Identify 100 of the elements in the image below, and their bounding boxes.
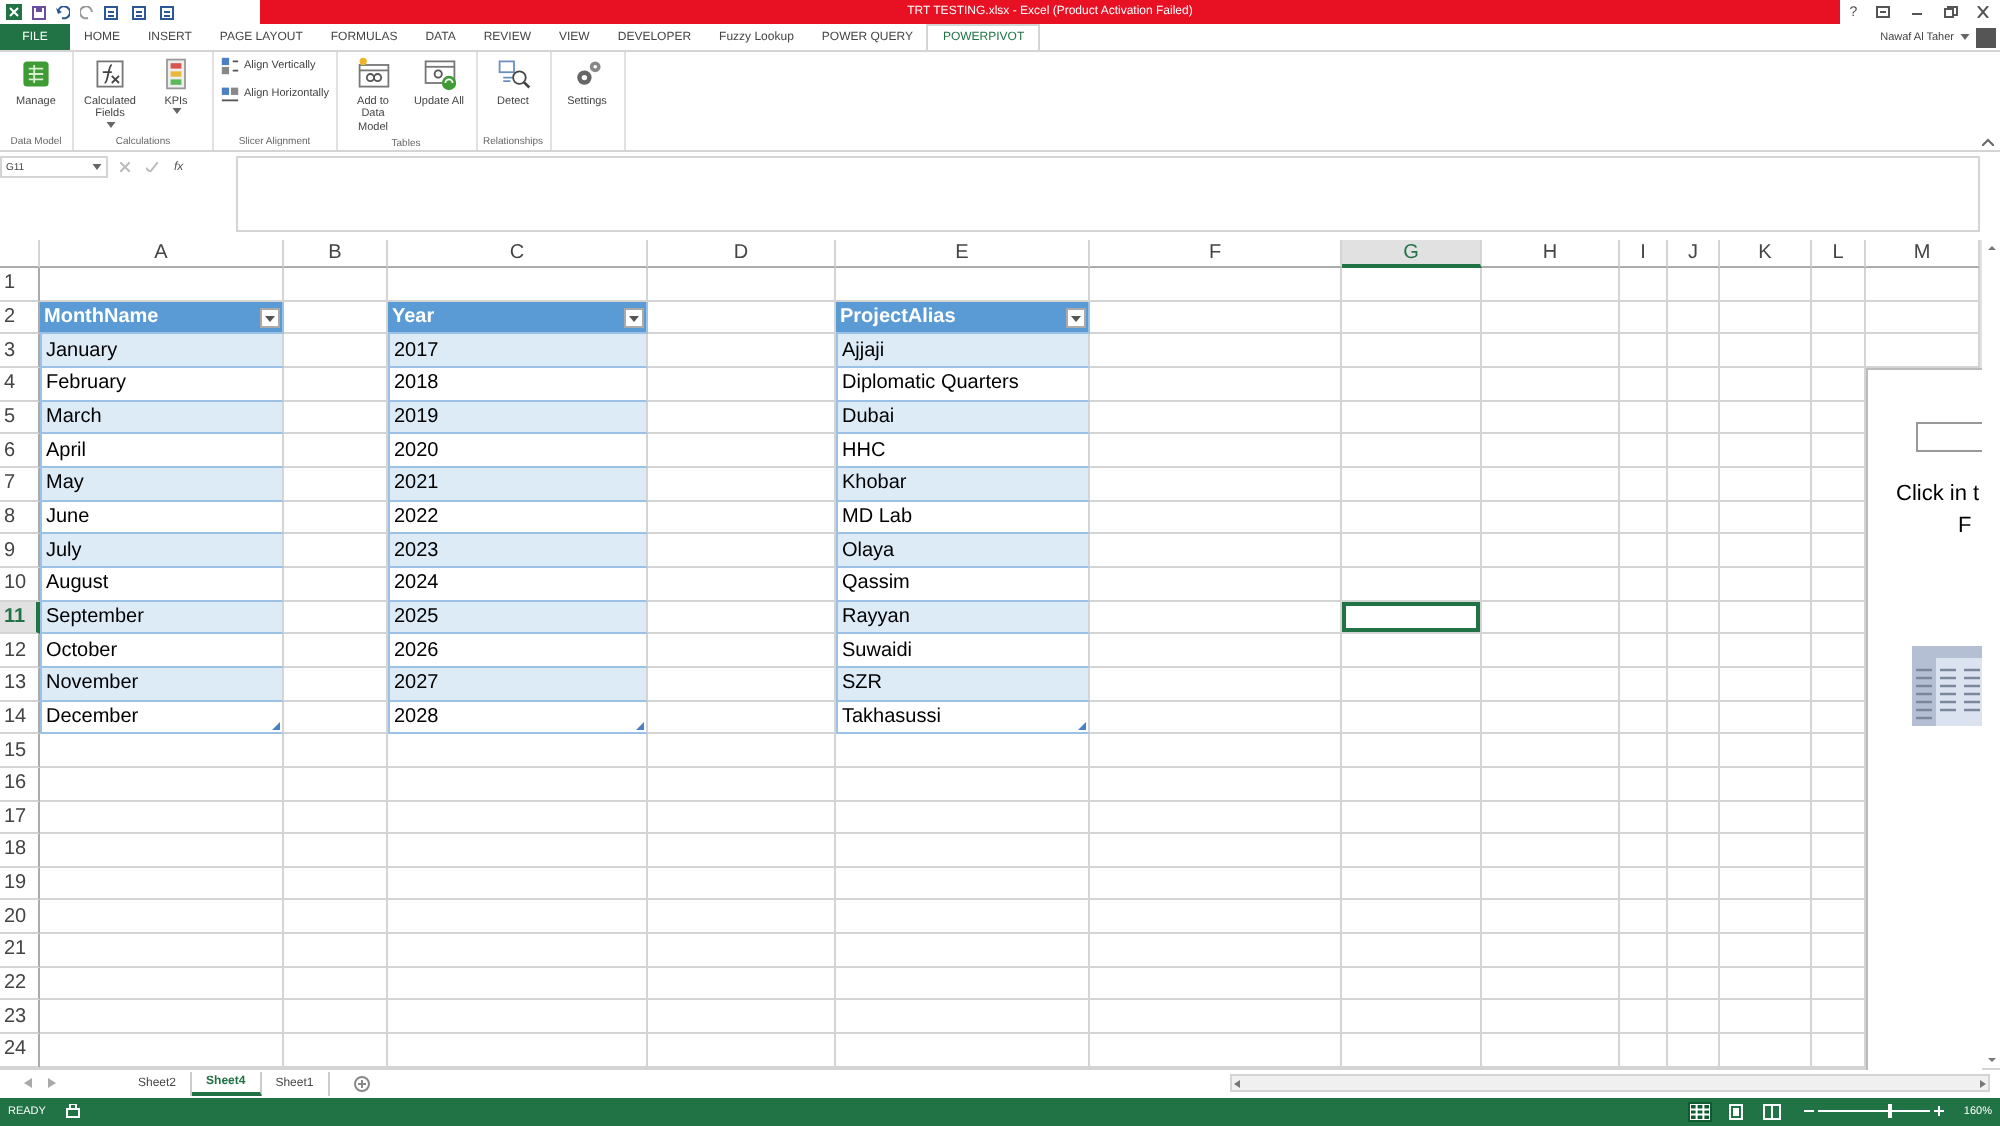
empty-cell[interactable] [648, 734, 836, 768]
empty-cell[interactable] [1812, 268, 1866, 302]
empty-cell[interactable] [1342, 1000, 1482, 1035]
empty-cell[interactable] [1620, 967, 1668, 1001]
empty-cell[interactable] [648, 867, 836, 901]
empty-cell[interactable] [284, 367, 388, 402]
empty-cell[interactable] [1482, 401, 1620, 435]
empty-cell[interactable] [1342, 301, 1482, 335]
empty-cell[interactable] [836, 734, 1090, 768]
check-icon[interactable] [146, 162, 158, 172]
empty-cell[interactable] [1090, 567, 1342, 602]
scroll-right-icon[interactable] [1975, 1077, 1988, 1090]
empty-cell[interactable] [1342, 867, 1482, 901]
empty-cell[interactable] [1620, 467, 1668, 502]
empty-cell[interactable] [1482, 434, 1620, 468]
empty-cell[interactable] [40, 967, 284, 1001]
empty-cell[interactable] [388, 734, 648, 768]
empty-cell[interactable] [1720, 634, 1812, 668]
zoom-in-icon[interactable] [1933, 1106, 1944, 1117]
column-header[interactable]: G [1342, 240, 1482, 268]
empty-cell[interactable] [284, 801, 388, 835]
zoom-out-icon[interactable] [1803, 1106, 1814, 1117]
empty-cell[interactable] [1342, 734, 1482, 768]
empty-cell[interactable] [1342, 268, 1482, 302]
empty-cell[interactable] [388, 967, 648, 1001]
empty-cell[interactable] [1620, 367, 1668, 402]
empty-cell[interactable] [1090, 801, 1342, 835]
empty-cell[interactable] [1482, 967, 1620, 1001]
empty-cell[interactable] [388, 867, 648, 901]
empty-cell[interactable] [1620, 268, 1668, 302]
empty-cell[interactable] [648, 801, 836, 835]
empty-cell[interactable] [1668, 701, 1720, 735]
empty-cell[interactable] [1720, 534, 1812, 568]
empty-cell[interactable] [40, 1000, 284, 1035]
empty-cell[interactable] [1482, 834, 1620, 868]
view-button[interactable] [1759, 1101, 1784, 1122]
add-sheet-icon[interactable] [353, 1075, 370, 1092]
empty-cell[interactable] [284, 967, 388, 1001]
empty-cell[interactable] [1720, 801, 1812, 835]
empty-cell[interactable] [1090, 767, 1342, 801]
empty-cell[interactable] [284, 634, 388, 668]
empty-cell[interactable] [1090, 967, 1342, 1001]
empty-cell[interactable] [1620, 801, 1668, 835]
empty-cell[interactable] [1482, 467, 1620, 502]
empty-cell[interactable] [1482, 667, 1620, 702]
empty-cell[interactable] [1342, 501, 1482, 535]
empty-cell[interactable] [836, 1034, 1090, 1068]
restore-icon[interactable] [1943, 6, 1958, 18]
column-header[interactable]: D [648, 240, 836, 268]
form-icon[interactable] [132, 5, 150, 19]
empty-cell[interactable] [284, 1000, 388, 1035]
empty-cell[interactable] [1668, 834, 1720, 868]
empty-cell[interactable] [1720, 767, 1812, 801]
pivot-placeholder-panel[interactable]: Click in t F [1866, 368, 1982, 1070]
empty-cell[interactable] [648, 634, 836, 668]
empty-cell[interactable] [648, 701, 836, 735]
empty-cell[interactable] [1342, 801, 1482, 835]
empty-cell[interactable] [1720, 268, 1812, 302]
empty-cell[interactable] [1720, 734, 1812, 768]
empty-cell[interactable] [388, 1034, 648, 1068]
empty-cell[interactable] [1482, 601, 1620, 635]
empty-cell[interactable] [1720, 467, 1812, 502]
empty-cell[interactable] [1342, 934, 1482, 968]
row-header[interactable]: 4 [0, 367, 40, 402]
empty-cell[interactable] [1482, 900, 1620, 935]
empty-cell[interactable] [284, 434, 388, 468]
empty-cell[interactable] [1720, 701, 1812, 735]
redo-icon[interactable] [80, 5, 94, 19]
empty-cell[interactable] [1482, 634, 1620, 668]
empty-cell[interactable] [1720, 967, 1812, 1001]
empty-cell[interactable] [1090, 434, 1342, 468]
row-header[interactable]: 8 [0, 501, 40, 535]
empty-cell[interactable] [1720, 401, 1812, 435]
empty-cell[interactable] [1090, 367, 1342, 402]
empty-cell[interactable] [1482, 934, 1620, 968]
form-icon[interactable] [160, 5, 178, 19]
empty-cell[interactable] [1620, 667, 1668, 702]
empty-cell[interactable] [388, 767, 648, 801]
empty-cell[interactable] [1720, 501, 1812, 535]
empty-cell[interactable] [1812, 334, 1866, 368]
empty-cell[interactable] [836, 801, 1090, 835]
empty-cell[interactable] [1342, 1034, 1482, 1068]
empty-cell[interactable] [1620, 1034, 1668, 1068]
empty-cell[interactable] [648, 934, 836, 968]
empty-cell[interactable] [1090, 834, 1342, 868]
empty-cell[interactable] [836, 867, 1090, 901]
empty-cell[interactable] [1668, 734, 1720, 768]
empty-cell[interactable] [1720, 834, 1812, 868]
empty-cell[interactable] [1620, 900, 1668, 935]
empty-cell[interactable] [1342, 401, 1482, 435]
empty-cell[interactable] [1668, 434, 1720, 468]
empty-cell[interactable] [1090, 634, 1342, 668]
empty-cell[interactable] [40, 1034, 284, 1068]
column-header[interactable]: C [388, 240, 648, 268]
empty-cell[interactable] [1620, 301, 1668, 335]
column-header[interactable]: K [1720, 240, 1812, 268]
horizontal-scrollbar[interactable] [1229, 1074, 1990, 1093]
empty-cell[interactable] [648, 1000, 836, 1035]
zoom-slider-thumb[interactable] [1887, 1104, 1892, 1119]
empty-cell[interactable] [1482, 301, 1620, 335]
